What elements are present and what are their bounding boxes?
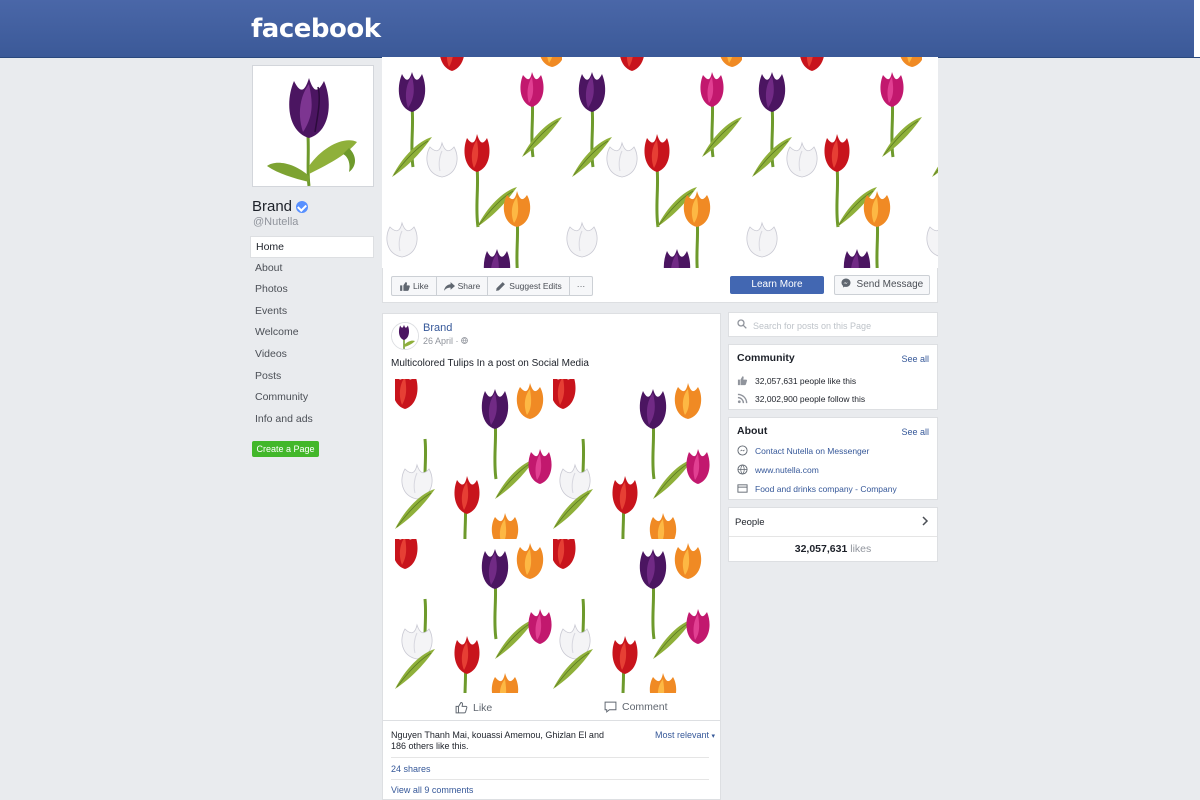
post-date[interactable]: 26 April ·	[423, 336, 468, 346]
rss-icon	[737, 393, 748, 404]
post-divider	[391, 779, 709, 780]
post-like-button[interactable]: Like	[455, 701, 492, 714]
profile-picture[interactable]	[252, 65, 374, 187]
cover-photo[interactable]	[382, 57, 938, 268]
share-page-label: Share	[457, 281, 481, 291]
people-divider	[729, 536, 937, 537]
page-nav: Home About Photos Events Welcome Videos …	[250, 236, 374, 430]
chevron-right-icon[interactable]	[921, 516, 929, 526]
nav-item-community[interactable]: Community	[250, 387, 374, 409]
verified-badge-icon	[296, 200, 309, 213]
page-handle: @Nutella	[253, 216, 299, 228]
learn-more-button[interactable]: Learn More	[730, 276, 824, 294]
about-website-row[interactable]: www.nutella.com	[737, 464, 819, 475]
page-name-text: Brand	[252, 198, 293, 215]
post-date-text: 26 April ·	[423, 336, 459, 346]
category-icon	[737, 484, 748, 493]
people-count-label: likes	[850, 543, 872, 555]
about-website-link: www.nutella.com	[755, 464, 819, 475]
about-messenger-link: Contact Nutella on Messenger	[755, 445, 870, 456]
nav-item-home[interactable]: Home	[250, 236, 374, 258]
suggest-edits-button[interactable]: Suggest Edits	[488, 277, 570, 295]
post-like-label: Like	[473, 701, 493, 714]
nav-item-info-and-ads[interactable]: Info and ads	[250, 409, 374, 431]
send-message-button[interactable]: Send Message	[834, 275, 930, 295]
comment-sort-dropdown[interactable]: Most relevant ▾	[655, 730, 715, 740]
post-card: Brand 26 April · Multicolored Tulips In …	[382, 313, 721, 800]
about-see-all[interactable]: See all	[901, 427, 929, 437]
people-count-number: 32,057,631	[794, 543, 848, 555]
cover-tulip-pattern	[382, 57, 938, 268]
post-image[interactable]	[395, 379, 710, 693]
top-bar: facebook	[0, 0, 1200, 58]
search-input-placeholder: Search for posts on this Page	[753, 321, 872, 331]
search-icon	[737, 319, 747, 329]
view-all-comments[interactable]: View all 9 comments	[391, 785, 473, 795]
nav-item-photos[interactable]: Photos	[250, 279, 374, 301]
create-page-button[interactable]: Create a Page	[252, 441, 319, 457]
comment-icon	[604, 701, 617, 713]
community-follows-row: 32,002,900 people follow this	[737, 393, 865, 404]
about-category-link: Food and drinks company - Company	[755, 483, 897, 494]
profile-tulip-image	[253, 66, 373, 186]
about-messenger-row[interactable]: Contact Nutella on Messenger	[737, 445, 869, 456]
people-likes-count: 32,057,631 likes	[729, 543, 937, 555]
more-options-button[interactable]: ···	[570, 277, 593, 295]
like-page-label: Like	[413, 281, 429, 291]
action-button-group: Like Share Suggest Edits ···	[391, 276, 594, 296]
nav-item-about[interactable]: About	[250, 258, 374, 280]
community-likes-text: 32,057,631 people like this	[755, 375, 857, 386]
post-comment-button[interactable]: Comment	[604, 701, 668, 713]
nav-item-posts[interactable]: Posts	[250, 366, 374, 388]
people-title[interactable]: People	[735, 517, 765, 528]
chevron-down-icon: ▾	[711, 733, 716, 740]
post-comment-label: Comment	[622, 701, 668, 713]
post-text: Multicolored Tulips In a post on Social …	[391, 358, 589, 369]
nav-item-videos[interactable]: Videos	[250, 344, 374, 366]
messenger-icon	[737, 445, 748, 456]
nav-item-events[interactable]: Events	[250, 301, 374, 323]
send-message-label: Send Message	[856, 279, 924, 290]
page-action-bar: Like Share Suggest Edits ··· Learn More …	[382, 268, 938, 303]
top-bar-edge	[1194, 0, 1200, 57]
community-title: Community	[737, 352, 795, 364]
suggest-edits-label: Suggest Edits	[509, 281, 562, 291]
post-likers[interactable]: Nguyen Thanh Mai, kouassi Amemou, Ghizla…	[391, 730, 616, 752]
globe-icon	[737, 464, 748, 475]
like-outline-icon	[455, 702, 468, 714]
like-page-button[interactable]: Like	[392, 277, 437, 295]
community-follows-text: 32,002,900 people follow this	[755, 393, 866, 404]
about-title: About	[737, 425, 768, 437]
nav-item-welcome[interactable]: Welcome	[250, 322, 374, 344]
page-name[interactable]: Brand	[252, 198, 309, 215]
post-author[interactable]: Brand	[423, 322, 452, 334]
page-search[interactable]: Search for posts on this Page	[728, 312, 938, 337]
comment-sort-label: Most relevant	[655, 730, 710, 740]
people-card: People 32,057,631 likes	[728, 507, 938, 562]
share-icon	[443, 281, 455, 291]
post-divider	[391, 757, 709, 758]
thumb-icon	[737, 376, 748, 386]
share-page-button[interactable]: Share	[437, 277, 489, 295]
messenger-icon	[841, 278, 851, 288]
post-avatar[interactable]	[391, 322, 419, 350]
about-card: About See all Contact Nutella on Messeng…	[728, 417, 938, 500]
post-shares[interactable]: 24 shares	[391, 764, 431, 774]
post-tulip-pattern	[395, 379, 710, 693]
community-see-all[interactable]: See all	[901, 354, 929, 364]
edit-icon	[496, 281, 506, 291]
facebook-logo[interactable]: facebook	[251, 14, 381, 44]
post-actions: Like Comment	[383, 696, 720, 721]
about-category-row[interactable]: Food and drinks company - Company	[737, 483, 897, 494]
community-card: Community See all 32,057,631 people like…	[728, 344, 938, 410]
globe-small-icon	[461, 337, 468, 344]
community-likes-row: 32,057,631 people like this	[737, 375, 856, 386]
avatar-tulip-image	[392, 323, 418, 349]
like-icon	[400, 281, 410, 291]
